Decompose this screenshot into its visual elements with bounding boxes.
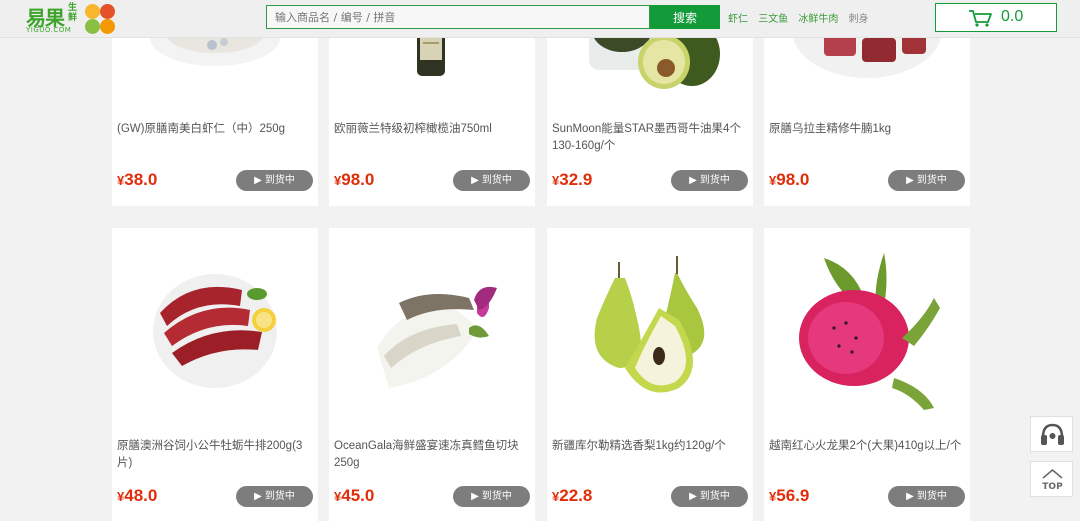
arrival-notice-button[interactable]: ▶ 到货中 — [236, 170, 313, 191]
product-card[interactable]: 原膳澳洲谷饲小公牛牡蛎牛排200g(3片) ¥48.0 ▶ 到货中 — [112, 228, 318, 521]
hot-word-link[interactable]: 虾仁 — [728, 14, 748, 25]
product-price: ¥32.9 — [552, 170, 593, 189]
search-button[interactable]: 搜索 — [650, 5, 720, 29]
arrow-up-icon — [1042, 469, 1063, 479]
cart-button[interactable]: 0.0 — [935, 3, 1057, 32]
product-card[interactable]: OceanGala海鲜盛宴速冻真鳕鱼切块250g ¥45.0 ▶ 到货中 — [329, 228, 535, 521]
beef-steak-plate-image[interactable] — [112, 228, 318, 428]
cod-fillet-image[interactable] — [329, 228, 535, 428]
product-name[interactable]: SunMoon能量STAR墨西哥牛油果4个130-160g/个 — [552, 121, 748, 155]
product-card[interactable]: 新疆库尔勒精选香梨1kg约120g/个 ¥22.8 ▶ 到货中 — [547, 228, 753, 521]
hot-word-link[interactable]: 三文鱼 — [758, 14, 788, 25]
pear-image[interactable] — [547, 228, 753, 428]
product-price: ¥45.0 — [334, 486, 375, 505]
product-name[interactable]: (GW)原膳南美白虾仁（中）250g — [117, 121, 313, 138]
product-name[interactable]: 原膳乌拉圭精修牛腩1kg — [769, 121, 965, 138]
product-name[interactable]: OceanGala海鲜盛宴速冻真鳕鱼切块250g — [334, 438, 530, 472]
product-name[interactable]: 欧丽薇兰特级初榨橄榄油750ml — [334, 121, 530, 138]
top-header: 易果 生鲜 YIGUO.COM 搜索 虾仁 三文鱼 冰鲜牛肉 刺身 0.0 — [0, 0, 1080, 38]
product-price: ¥22.8 — [552, 486, 593, 505]
product-price: ¥48.0 — [117, 486, 158, 505]
dragon-fruit-image[interactable] — [764, 228, 970, 428]
arrival-notice-button[interactable]: ▶ 到货中 — [236, 486, 313, 507]
arrival-notice-button[interactable]: ▶ 到货中 — [671, 170, 748, 191]
customer-service-button[interactable] — [1030, 416, 1073, 452]
site-logo[interactable]: 易果 生鲜 YIGUO.COM — [24, 2, 124, 36]
product-name[interactable]: 原膳澳洲谷饲小公牛牡蛎牛排200g(3片) — [117, 438, 313, 472]
cart-total: 0.0 — [1001, 8, 1024, 25]
back-to-top-label: TOP — [1042, 482, 1063, 492]
cart-icon — [969, 10, 992, 27]
product-price: ¥56.9 — [769, 486, 810, 505]
arrival-notice-button[interactable]: ▶ 到货中 — [453, 170, 530, 191]
hot-search-words: 虾仁 三文鱼 冰鲜牛肉 刺身 — [728, 10, 876, 25]
hot-word-link[interactable]: 冰鲜牛肉 — [798, 14, 838, 25]
logo-subtext: 生鲜 — [68, 3, 78, 23]
search-input[interactable] — [266, 5, 650, 29]
back-to-top-button[interactable]: TOP — [1030, 461, 1073, 497]
arrival-notice-button[interactable]: ▶ 到货中 — [888, 170, 965, 191]
product-card[interactable]: 越南红心火龙果2个(大果)410g以上/个 ¥56.9 ▶ 到货中 — [764, 228, 970, 521]
product-name[interactable]: 越南红心火龙果2个(大果)410g以上/个 — [769, 438, 965, 455]
arrival-notice-button[interactable]: ▶ 到货中 — [453, 486, 530, 507]
headset-icon — [1041, 423, 1064, 445]
product-price: ¥98.0 — [334, 170, 375, 189]
arrival-notice-button[interactable]: ▶ 到货中 — [671, 486, 748, 507]
product-price: ¥38.0 — [117, 170, 158, 189]
hot-word-link[interactable]: 刺身 — [849, 14, 869, 25]
logo-dots-icon — [84, 3, 116, 35]
product-name[interactable]: 新疆库尔勒精选香梨1kg约120g/个 — [552, 438, 748, 455]
logo-domain: YIGUO.COM — [26, 26, 72, 34]
arrival-notice-button[interactable]: ▶ 到货中 — [888, 486, 965, 507]
product-price: ¥98.0 — [769, 170, 810, 189]
